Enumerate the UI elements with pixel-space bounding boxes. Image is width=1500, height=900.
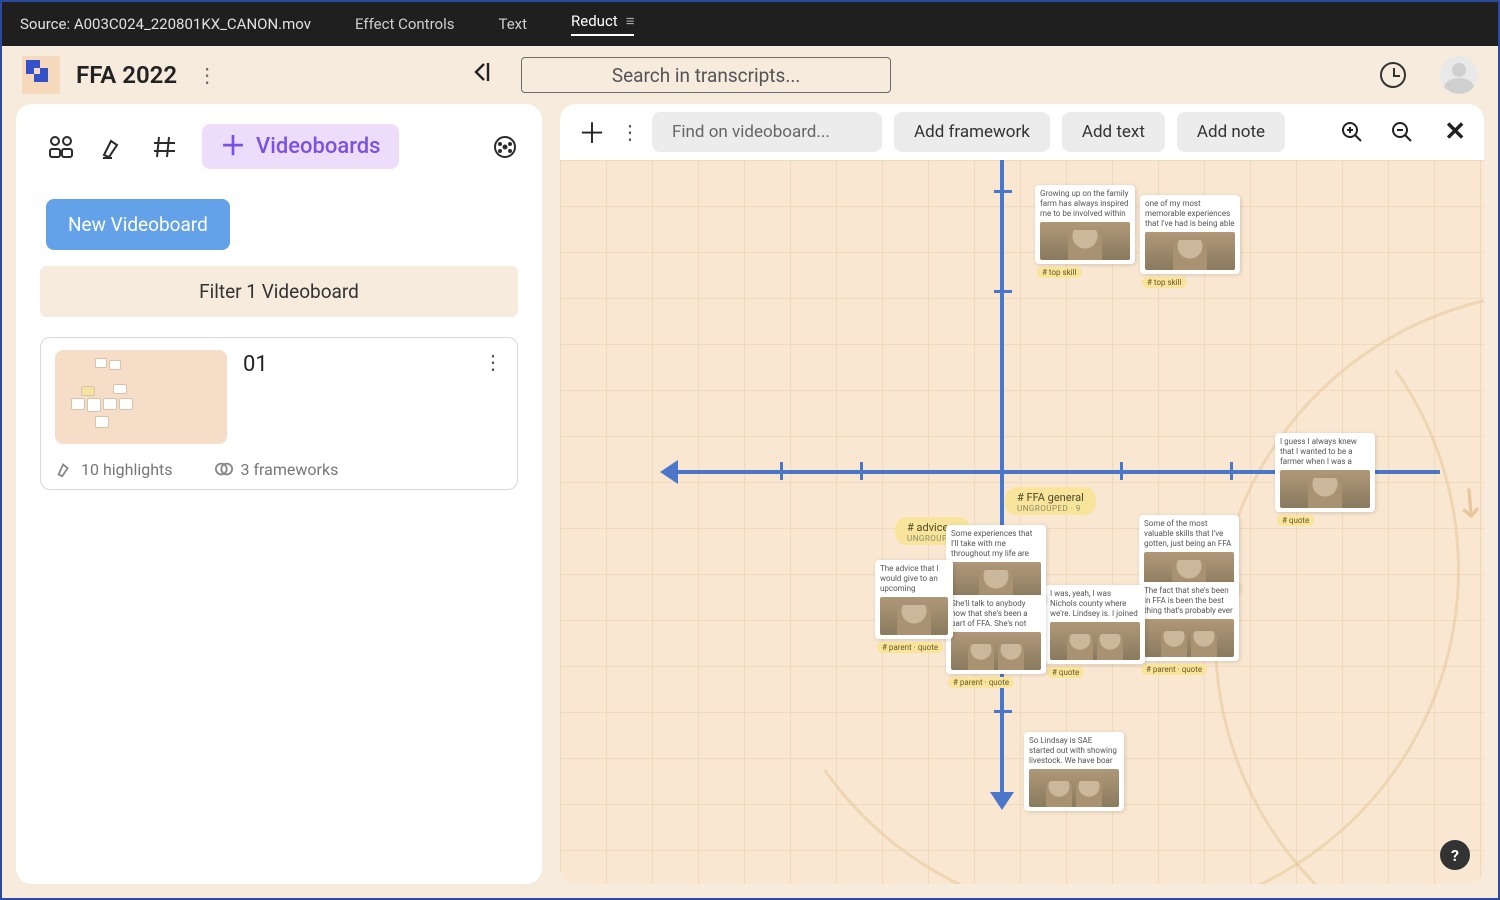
clip-card[interactable]: Growing up on the family farm has always… [1035, 185, 1135, 264]
hamburger-icon[interactable]: ≡ [626, 12, 635, 30]
clip-card[interactable]: Some experiences that I'll take with me … [946, 525, 1046, 604]
videoboard-thumbnail [55, 350, 227, 444]
highlighter-icon[interactable] [98, 132, 128, 162]
clip-tag: # quote [1047, 667, 1084, 678]
clip-tag: # parent · quote [877, 642, 943, 653]
axis-tick [1120, 462, 1123, 480]
canvas-panel: ＋ ⋮ Find on videoboard... Add framework … [560, 104, 1484, 884]
zoom-in-icon[interactable] [1340, 120, 1364, 144]
new-videoboard-button[interactable]: New Videoboard [46, 199, 230, 250]
people-icon[interactable] [46, 132, 76, 162]
host-menubar: Source: A003C024_220801KX_CANON.mov Effe… [2, 2, 1498, 46]
hashtag-icon[interactable] [150, 132, 180, 162]
tab-effect-controls[interactable]: Effect Controls [355, 15, 454, 33]
help-button[interactable]: ? [1440, 840, 1470, 870]
find-on-videoboard-input[interactable]: Find on videoboard... [652, 112, 882, 152]
clip-card[interactable]: I was, yeah, I was Nichols county where … [1045, 585, 1145, 664]
zoom-out-icon[interactable] [1390, 120, 1414, 144]
app-header: FFA 2022 ⋮ Search in transcripts... [2, 46, 1498, 104]
axis-tick [1230, 462, 1233, 480]
axis-tick [994, 710, 1012, 713]
collapse-icon[interactable] [469, 59, 495, 91]
videoboard-title: 01 [243, 350, 467, 377]
clip-tag: # top skill [1142, 277, 1187, 288]
user-avatar[interactable] [1440, 56, 1478, 94]
add-framework-button[interactable]: Add framework [894, 112, 1050, 152]
filter-bar[interactable]: Filter 1 Videoboard [40, 266, 518, 317]
target-icon[interactable] [490, 132, 520, 162]
videoboard-canvas[interactable]: ↘ # adviceUNGROUPED [560, 160, 1484, 884]
arrow-down-icon [990, 792, 1014, 810]
axis-tick [994, 190, 1012, 193]
left-panel: ＋ Videoboards New Videoboard Filter 1 Vi… [16, 104, 542, 884]
add-note-button[interactable]: Add note [1177, 112, 1285, 152]
clip-tag: # parent · quote [948, 677, 1014, 688]
project-menu-icon[interactable]: ⋮ [197, 63, 217, 87]
tag-chip-ffa-general[interactable]: # FFA generalUNGROUPED · 9 [1005, 487, 1096, 515]
add-text-button[interactable]: Add text [1062, 112, 1165, 152]
canvas-toolbar: ＋ ⋮ Find on videoboard... Add framework … [560, 104, 1484, 160]
clip-card[interactable]: The fact that she's been in FFA is been … [1139, 582, 1239, 661]
app-logo[interactable] [22, 56, 60, 94]
clip-tag: # parent · quote [1141, 664, 1207, 675]
add-icon[interactable]: ＋ [578, 112, 606, 152]
videoboard-meta: 10 highlights 3 frameworks [55, 460, 503, 479]
canvas-menu-icon[interactable]: ⋮ [620, 120, 640, 144]
axis-tick [994, 290, 1012, 293]
videoboard-card[interactable]: 01 ⋮ 10 highlights 3 frameworks [40, 337, 518, 490]
clip-tag: # quote [1277, 515, 1314, 526]
tab-videoboards[interactable]: ＋ Videoboards [202, 124, 399, 169]
videoboard-menu-icon[interactable]: ⋮ [483, 350, 503, 374]
history-icon[interactable] [1380, 62, 1406, 88]
clip-card[interactable]: The advice that I would give to an upcom… [875, 560, 953, 639]
axis-tick [860, 462, 863, 480]
tab-reduct[interactable]: Reduct≡ [571, 12, 634, 36]
clip-card[interactable]: She'll talk to anybody now that she's be… [946, 595, 1046, 674]
clip-card[interactable]: So Lindsay is SAE started out with showi… [1024, 732, 1124, 811]
arrow-left-icon [660, 460, 678, 484]
axis-vertical [1000, 160, 1004, 800]
project-title: FFA 2022 [76, 61, 177, 89]
axis-tick [780, 462, 783, 480]
clip-card[interactable]: I guess I always knew that I wanted to b… [1275, 433, 1375, 512]
close-icon[interactable]: ✕ [1444, 117, 1466, 147]
tab-text[interactable]: Text [498, 15, 527, 33]
search-input[interactable]: Search in transcripts... [521, 57, 891, 93]
source-label: Source: A003C024_220801KX_CANON.mov [20, 15, 311, 33]
clip-card[interactable]: one of my most memorable experiences tha… [1140, 195, 1240, 274]
clip-tag: # top skill [1037, 267, 1082, 278]
